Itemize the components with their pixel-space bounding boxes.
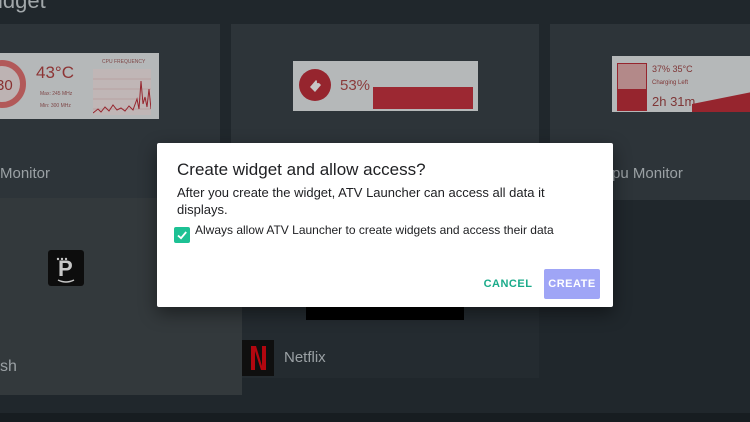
cancel-button[interactable]: CANCEL xyxy=(479,269,537,299)
create-button[interactable]: CREATE xyxy=(544,269,600,299)
dialog-body: After you create the widget, ATV Launche… xyxy=(177,185,545,217)
always-allow-label[interactable]: Always allow ATV Launcher to create widg… xyxy=(195,223,554,237)
checkmark-icon xyxy=(177,231,187,240)
create-widget-dialog: Create widget and allow access? After yo… xyxy=(157,143,613,307)
always-allow-checkbox[interactable] xyxy=(174,227,190,243)
dialog-title: Create widget and allow access? xyxy=(177,160,426,179)
